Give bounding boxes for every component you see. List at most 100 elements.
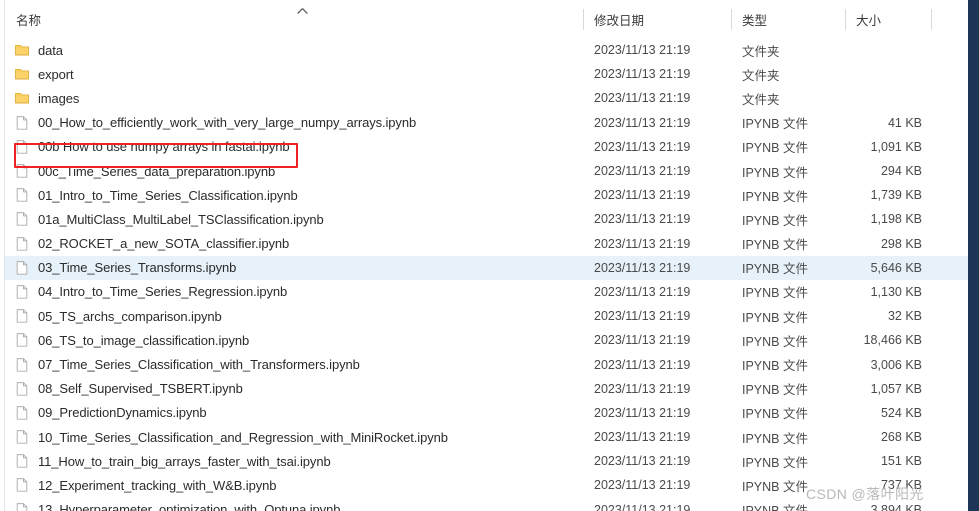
- table-row[interactable]: 05_TS_archs_comparison.ipynb 2023/11/13 2…: [5, 304, 968, 328]
- cell-type: IPYNB 文件: [731, 159, 845, 183]
- cell-size: 41 KB: [845, 111, 931, 135]
- file-icon: [14, 381, 30, 397]
- size-label: 1,739 KB: [870, 188, 922, 203]
- cell-type: IPYNB 文件: [731, 352, 845, 376]
- cell-name[interactable]: 01_Intro_to_Time_Series_Classification.i…: [5, 183, 583, 207]
- size-label: 5,646 KB: [870, 260, 922, 275]
- table-row[interactable]: export 2023/11/13 21:19 文件夹: [5, 62, 968, 86]
- modified-date-label: 2023/11/13 21:19: [594, 139, 691, 154]
- column-header-extra[interactable]: [931, 0, 968, 38]
- table-row[interactable]: 01_Intro_to_Time_Series_Classification.i…: [5, 183, 968, 207]
- cell-name[interactable]: 07_Time_Series_Classification_with_Trans…: [5, 352, 583, 376]
- cell-name[interactable]: 08_Self_Supervised_TSBERT.ipynb: [5, 377, 583, 401]
- table-row[interactable]: 10_Time_Series_Classification_and_Regres…: [5, 425, 968, 449]
- size-label: 41 KB: [887, 115, 922, 130]
- column-header-size[interactable]: 大小: [845, 0, 931, 38]
- column-header-type[interactable]: 类型: [731, 0, 845, 38]
- size-label: 524 KB: [880, 405, 922, 420]
- size-label: 1,198 KB: [870, 212, 922, 227]
- cell-name[interactable]: data: [5, 38, 583, 62]
- file-name-label: 05_TS_archs_comparison.ipynb: [38, 308, 222, 324]
- column-header-modified[interactable]: 修改日期: [583, 0, 731, 38]
- size-label: 1,091 KB: [870, 139, 922, 154]
- cell-size: [845, 62, 931, 86]
- cell-modified-date: 2023/11/13 21:19: [583, 111, 731, 135]
- table-row[interactable]: 08_Self_Supervised_TSBERT.ipynb 2023/11/1…: [5, 377, 968, 401]
- cell-name[interactable]: 13_Hyperparameter_optimization_with_Optu…: [5, 498, 583, 511]
- cell-name[interactable]: 01a_MultiClass_MultiLabel_TSClassificati…: [5, 207, 583, 231]
- cell-name[interactable]: 03_Time_Series_Transforms.ipynb: [5, 256, 583, 280]
- cell-name[interactable]: 09_PredictionDynamics.ipynb: [5, 401, 583, 425]
- table-row[interactable]: 02_ROCKET_a_new_SOTA_classifier.ipynb 202…: [5, 232, 968, 256]
- cell-modified-date: 2023/11/13 21:19: [583, 207, 731, 231]
- cell-name[interactable]: 00c_Time_Series_data_preparation.ipynb: [5, 159, 583, 183]
- cell-size: 1,091 KB: [845, 135, 931, 159]
- modified-date-label: 2023/11/13 21:19: [594, 115, 691, 130]
- cell-size: 151 KB: [845, 449, 931, 473]
- modified-date-label: 2023/11/13 21:19: [594, 164, 691, 179]
- size-label: 32 KB: [887, 309, 922, 324]
- file-list[interactable]: data 2023/11/13 21:19 文件夹 export 2023/11/13 …: [5, 38, 968, 511]
- column-header-bar: 名称 修改日期 类型 大小: [5, 0, 968, 38]
- cell-name[interactable]: 12_Experiment_tracking_with_W&B.ipynb: [5, 473, 583, 497]
- file-name-label: 01_Intro_to_Time_Series_Classification.i…: [38, 187, 298, 203]
- file-icon: [14, 211, 30, 227]
- column-header-name[interactable]: 名称: [5, 0, 583, 38]
- cell-modified-date: 2023/11/13 21:19: [583, 449, 731, 473]
- file-name-label: 07_Time_Series_Classification_with_Trans…: [38, 357, 360, 373]
- table-row[interactable]: 00b How to use numpy arrays in fastai.ip…: [5, 135, 968, 159]
- cell-modified-date: 2023/11/13 21:19: [583, 135, 731, 159]
- table-row[interactable]: 03_Time_Series_Transforms.ipynb 2023/11/1…: [5, 255, 968, 280]
- file-icon: [14, 502, 30, 511]
- cell-modified-date: 2023/11/13 21:19: [583, 183, 731, 207]
- cell-name[interactable]: 10_Time_Series_Classification_and_Regres…: [5, 425, 583, 449]
- column-divider[interactable]: [583, 9, 584, 30]
- cell-name[interactable]: 00_How_to_efficiently_work_with_very_lar…: [5, 111, 583, 135]
- column-divider[interactable]: [731, 9, 732, 30]
- column-divider[interactable]: [931, 9, 932, 30]
- cell-name[interactable]: 11_How_to_train_big_arrays_faster_with_t…: [5, 449, 583, 473]
- file-icon: [14, 453, 30, 469]
- table-row[interactable]: 00_How_to_efficiently_work_with_very_lar…: [5, 111, 968, 135]
- cell-name[interactable]: export: [5, 62, 583, 86]
- cell-name[interactable]: 05_TS_archs_comparison.ipynb: [5, 304, 583, 328]
- cell-size: 5,646 KB: [845, 256, 931, 280]
- watermark-text: CSDN @落叶阳光: [806, 486, 924, 502]
- cell-name[interactable]: 00b How to use numpy arrays in fastai.ip…: [5, 135, 583, 159]
- cell-name[interactable]: 02_ROCKET_a_new_SOTA_classifier.ipynb: [5, 232, 583, 256]
- cell-size: 18,466 KB: [845, 328, 931, 352]
- table-row[interactable]: 04_Intro_to_Time_Series_Regression.ipynb…: [5, 280, 968, 304]
- folder-icon: [14, 90, 30, 106]
- column-divider[interactable]: [845, 9, 846, 30]
- type-label: IPYNB 文件: [742, 500, 808, 511]
- column-header-name-label: 名称: [16, 13, 42, 28]
- modified-date-label: 2023/11/13 21:19: [594, 91, 691, 106]
- table-row[interactable]: 09_PredictionDynamics.ipynb 2023/11/13 21…: [5, 401, 968, 425]
- type-label: IPYNB 文件: [742, 407, 808, 422]
- cell-type: IPYNB 文件: [731, 111, 845, 135]
- table-row[interactable]: data 2023/11/13 21:19 文件夹: [5, 38, 968, 62]
- modified-date-label: 2023/11/13 21:19: [594, 405, 691, 420]
- file-icon: [14, 405, 30, 421]
- type-label: 文件夹: [742, 92, 780, 107]
- cell-name[interactable]: 04_Intro_to_Time_Series_Regression.ipynb: [5, 280, 583, 304]
- file-icon: [14, 429, 30, 445]
- file-name-label: 08_Self_Supervised_TSBERT.ipynb: [38, 381, 243, 397]
- size-label: 3,006 KB: [870, 357, 922, 372]
- cell-modified-date: 2023/11/13 21:19: [583, 62, 731, 86]
- cell-name[interactable]: 06_TS_to_image_classification.ipynb: [5, 328, 583, 352]
- file-name-label: 10_Time_Series_Classification_and_Regres…: [38, 429, 448, 445]
- table-row[interactable]: 07_Time_Series_Classification_with_Trans…: [5, 352, 968, 376]
- cell-modified-date: 2023/11/13 21:19: [583, 328, 731, 352]
- folder-icon: [14, 42, 30, 58]
- cell-type: 文件夹: [731, 62, 845, 86]
- type-label: IPYNB 文件: [742, 189, 808, 204]
- table-row[interactable]: 06_TS_to_image_classification.ipynb 2023/…: [5, 328, 968, 352]
- size-label: 1,057 KB: [870, 381, 922, 396]
- table-row[interactable]: 11_How_to_train_big_arrays_faster_with_t…: [5, 449, 968, 473]
- table-row[interactable]: 01a_MultiClass_MultiLabel_TSClassificati…: [5, 207, 968, 231]
- table-row[interactable]: images 2023/11/13 21:19 文件夹: [5, 86, 968, 110]
- cell-name[interactable]: images: [5, 86, 583, 110]
- cell-type: IPYNB 文件: [731, 401, 845, 425]
- table-row[interactable]: 00c_Time_Series_data_preparation.ipynb 20…: [5, 159, 968, 183]
